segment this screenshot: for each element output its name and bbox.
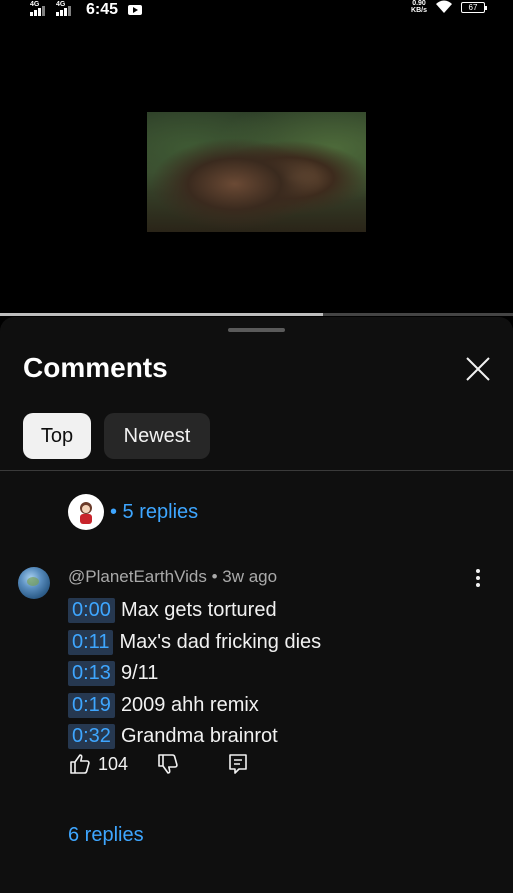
comments-title: Comments [23,352,168,383]
video-progress-fill [0,313,324,316]
timestamp-line: 0:11 Max's dad fricking dies [68,627,321,659]
filter-chip-top[interactable]: Top [23,413,91,459]
timestamp-link[interactable]: 0:13 [68,661,115,687]
timestamp-link[interactable]: 0:00 [68,598,115,624]
view-replies-button[interactable]: 6 replies [68,824,144,847]
close-icon [466,357,490,381]
more-vert-icon [468,569,488,587]
signal-icon: 4G [30,1,50,16]
battery-icon: 67 [461,1,487,13]
close-button[interactable] [462,353,494,385]
comment-age: 3w ago [222,567,278,586]
commenter-avatar[interactable] [18,567,50,599]
video-progress-bar[interactable] [0,313,513,316]
signal-icon-2: 4G [56,1,76,16]
video-player[interactable] [0,20,513,313]
status-bar: 4G 4G 6:45 0.90 KB/s 67 [0,0,513,20]
filter-chip-newest[interactable]: Newest [104,413,210,459]
youtube-notification-icon [128,5,143,15]
timestamp-line: 0:00 Max gets tortured [68,595,321,627]
comments-sheet: Comments Top Newest • 5 replies @PlanetE… [0,317,513,893]
video-frame[interactable] [147,112,366,232]
timestamp-line: 0:13 9/11 [68,658,321,690]
comment-body: 0:00 Max gets tortured 0:11 Max's dad fr… [68,595,321,753]
dislike-button[interactable] [156,752,180,776]
comment-meta: @PlanetEarthVids • 3w ago [68,567,278,586]
clock: 6:45 [86,1,119,18]
like-button[interactable] [68,752,92,776]
like-count: 104 [98,753,129,774]
timestamp-line: 0:19 2009 ahh remix [68,690,321,722]
timestamp-link[interactable]: 0:19 [68,692,115,718]
comment-author[interactable]: @PlanetEarthVids [68,567,207,586]
thumbs-down-icon [158,754,178,774]
creator-avatar [68,494,104,530]
thumbs-up-icon [70,754,90,774]
divider [0,470,513,471]
replies-link-5[interactable]: • 5 replies [110,501,198,524]
network-speed: 0.90 KB/s [411,0,427,14]
reply-icon [229,754,247,774]
comment-actions: 104 [68,752,250,776]
creator-reply-row[interactable]: • 5 replies [68,494,198,530]
more-options-button[interactable] [468,569,488,593]
drag-handle[interactable] [228,328,285,332]
timestamp-link[interactable]: 0:11 [68,629,114,655]
timestamp-line: 0:32 Grandma brainrot [68,721,321,753]
reply-button[interactable] [226,752,250,776]
wifi-icon [436,0,452,13]
timestamp-link[interactable]: 0:32 [68,724,115,750]
